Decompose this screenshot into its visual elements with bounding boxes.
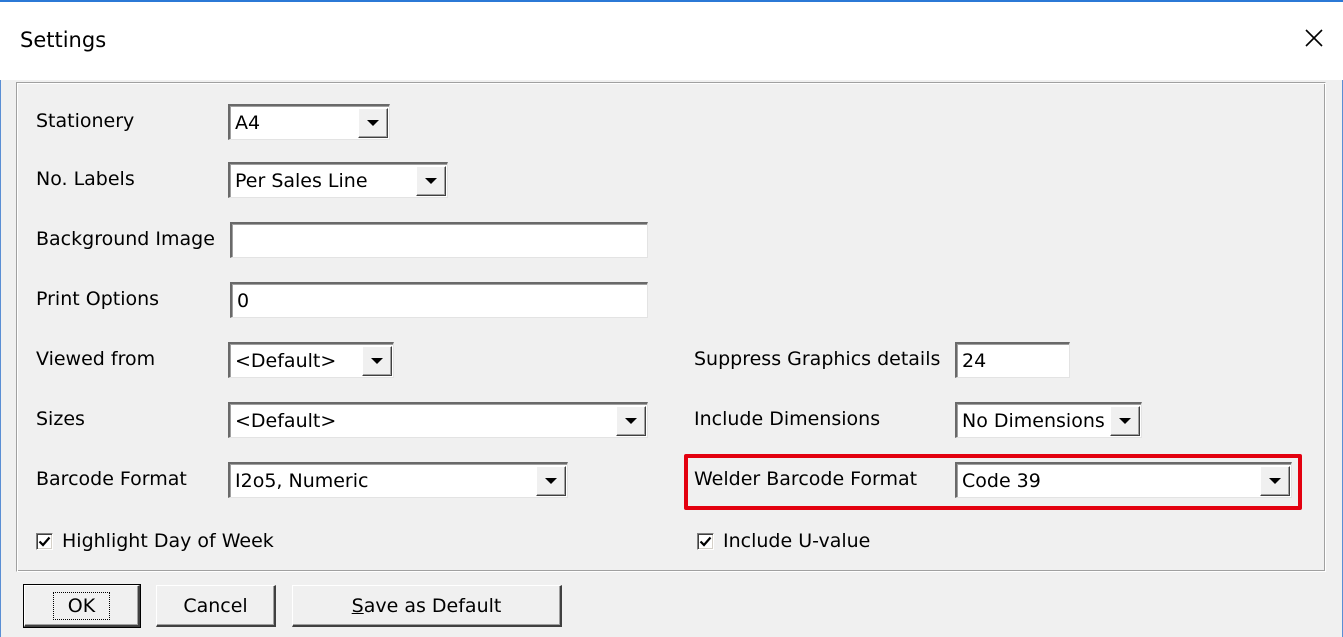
title-bar: Settings [0,0,1343,80]
welder-barcode-format-value: Code 39 [962,469,1041,492]
stationery-label: Stationery [36,110,135,132]
chevron-down-icon [1269,477,1281,484]
viewed-from-value: <Default> [235,349,337,372]
suppress-graphics-label: Suppress Graphics details [694,348,941,370]
chevron-down-icon [625,417,637,424]
suppress-graphics-value: 24 [962,349,987,372]
chevron-down-icon [367,119,379,126]
close-button[interactable] [1290,18,1338,58]
print-options-input[interactable]: 0 [230,282,648,318]
no-labels-value: Per Sales Line [235,169,368,192]
welder-barcode-format-dropdown[interactable]: Code 39 [955,462,1292,498]
print-options-label: Print Options [36,288,160,310]
sizes-label: Sizes [36,408,85,430]
sizes-dropdown[interactable]: <Default> [228,402,648,438]
barcode-format-dropdown-button[interactable] [536,465,566,496]
include-uvalue-checkbox[interactable] [697,532,714,550]
close-icon [1305,29,1323,47]
no-labels-dropdown[interactable]: Per Sales Line [228,162,448,198]
cancel-button-label: Cancel [183,594,248,617]
include-dimensions-label: Include Dimensions [694,408,881,430]
include-uvalue-label: Include U-value [723,530,871,552]
ok-button-focus: OK [52,591,111,620]
welder-barcode-format-dropdown-button[interactable] [1260,465,1290,496]
print-options-value: 0 [237,289,250,312]
suppress-graphics-input[interactable]: 24 [955,342,1070,378]
ok-button-label: OK [67,594,96,617]
include-dimensions-value: No Dimensions [962,409,1105,432]
include-uvalue-checkbox-row[interactable]: Include U-value [697,530,870,552]
window-border-left [0,0,1,637]
save-as-default-button[interactable]: Save as Default [292,585,562,627]
welder-barcode-format-label: Welder Barcode Format [694,468,918,490]
stationery-dropdown-button[interactable] [358,107,388,138]
background-image-input[interactable] [230,222,648,258]
window-title: Settings [20,28,107,52]
ok-button[interactable]: OK [23,584,141,628]
barcode-format-label: Barcode Format [36,468,187,490]
chevron-down-icon [371,357,383,364]
stationery-dropdown[interactable]: A4 [228,104,390,140]
highlight-day-label: Highlight Day of Week [62,530,274,552]
viewed-from-dropdown-button[interactable] [362,345,392,376]
title-bar-edge [0,0,1343,2]
stationery-value: A4 [235,111,261,134]
chevron-down-icon [425,177,437,184]
no-labels-dropdown-button[interactable] [416,165,446,196]
cancel-button[interactable]: Cancel [156,585,276,627]
highlight-day-checkbox-row[interactable]: Highlight Day of Week [36,530,274,552]
save-as-default-mnemonic: S [351,594,364,617]
save-as-default-label-rest: ave as Default [363,594,502,617]
chevron-down-icon [545,477,557,484]
viewed-from-label: Viewed from [36,348,156,370]
barcode-format-dropdown[interactable]: I2o5, Numeric [228,462,568,498]
include-dimensions-dropdown[interactable]: No Dimensions [955,402,1142,438]
sizes-dropdown-button[interactable] [616,405,646,436]
viewed-from-dropdown[interactable]: <Default> [228,342,394,378]
chevron-down-icon [1119,417,1131,424]
checkmark-icon [38,536,51,547]
save-as-default-label: Save as Default [352,595,502,617]
checkmark-icon [699,536,712,547]
barcode-format-value: I2o5, Numeric [235,469,369,492]
include-dimensions-dropdown-button[interactable] [1110,405,1140,436]
highlight-day-checkbox[interactable] [36,532,53,550]
background-image-label: Background Image [36,228,215,250]
sizes-value: <Default> [235,409,337,432]
no-labels-label: No. Labels [36,168,135,190]
